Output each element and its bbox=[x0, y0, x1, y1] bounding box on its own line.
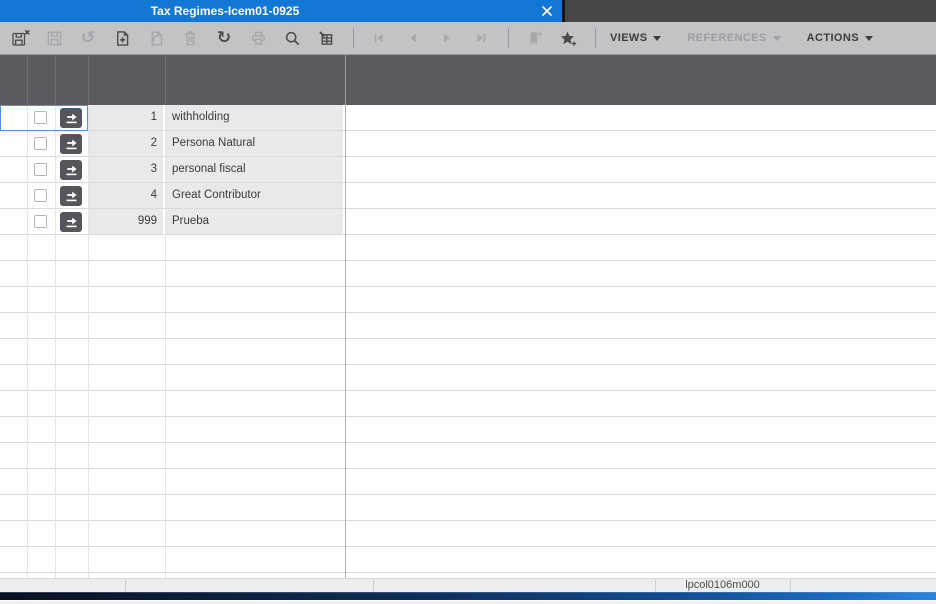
table-row: 999 Prueba bbox=[0, 209, 936, 235]
toolbar-separator bbox=[353, 28, 354, 48]
bookmark-add-icon bbox=[526, 30, 543, 47]
favorite-add-button[interactable] bbox=[557, 26, 579, 50]
toolbar-separator bbox=[508, 28, 509, 48]
actions-menu[interactable]: ACTIONS bbox=[807, 32, 873, 44]
bottom-accent-bar bbox=[0, 592, 936, 600]
save-close-icon bbox=[11, 29, 30, 47]
last-record-button[interactable] bbox=[470, 26, 492, 50]
refresh-icon: ↻ bbox=[217, 30, 231, 47]
references-menu-label: REFERENCES bbox=[687, 32, 766, 44]
tax-regime-cell[interactable]: 1 bbox=[89, 105, 163, 130]
bookmark-add-button[interactable] bbox=[523, 26, 545, 50]
grid-edit-button[interactable] bbox=[315, 26, 337, 50]
chevron-down-icon bbox=[653, 36, 661, 41]
description-cell[interactable]: withholding bbox=[166, 105, 343, 130]
header-divider bbox=[55, 55, 56, 105]
print-button[interactable] bbox=[247, 26, 269, 50]
statusbar-divider bbox=[125, 579, 126, 592]
toolbar: ↺ bbox=[0, 22, 936, 55]
grid-edit-icon bbox=[318, 30, 335, 47]
open-record-arrow-icon bbox=[65, 164, 78, 176]
grid-body: 1 withholding 2 Persona Natural bbox=[0, 105, 936, 578]
statusbar: lpcol0106m000 bbox=[0, 578, 936, 592]
description-cell[interactable]: personal fiscal bbox=[166, 157, 343, 182]
window-titlebar[interactable]: Tax Regimes-Icem01-0925 bbox=[0, 0, 562, 22]
description-cell[interactable]: Great Contributor bbox=[166, 183, 343, 208]
actions-menu-label: ACTIONS bbox=[807, 32, 859, 44]
row-open-button[interactable] bbox=[60, 160, 82, 180]
table-row: 1 withholding bbox=[0, 105, 936, 131]
save-button[interactable] bbox=[43, 26, 65, 50]
save-close-button[interactable] bbox=[9, 26, 31, 50]
views-menu-label: VIEWS bbox=[610, 32, 647, 44]
print-icon bbox=[250, 30, 267, 47]
statusbar-divider bbox=[373, 579, 374, 592]
first-record-button[interactable] bbox=[368, 26, 390, 50]
statusbar-divider bbox=[790, 579, 791, 592]
tax-regime-cell[interactable]: 2 bbox=[89, 131, 163, 156]
tax-regime-cell[interactable]: 4 bbox=[89, 183, 163, 208]
tax-regime-cell[interactable]: 3 bbox=[89, 157, 163, 182]
header-divider bbox=[27, 55, 28, 105]
open-record-arrow-icon bbox=[65, 138, 78, 150]
close-button[interactable] bbox=[538, 2, 556, 20]
header-divider bbox=[165, 55, 166, 105]
next-record-button[interactable] bbox=[436, 26, 458, 50]
open-record-arrow-icon bbox=[65, 216, 78, 228]
window-title: Tax Regimes-Icem01-0925 bbox=[151, 4, 300, 18]
save-icon bbox=[46, 30, 63, 47]
description-cell[interactable]: Persona Natural bbox=[166, 131, 343, 156]
copy-record-icon bbox=[148, 30, 165, 47]
row-open-button[interactable] bbox=[60, 134, 82, 154]
next-record-icon bbox=[439, 30, 455, 46]
row-open-button[interactable] bbox=[60, 212, 82, 232]
row-checkbox[interactable] bbox=[34, 215, 47, 228]
row-checkbox[interactable] bbox=[34, 163, 47, 176]
new-record-icon bbox=[114, 30, 131, 47]
previous-record-icon bbox=[405, 30, 421, 46]
row-checkbox[interactable] bbox=[34, 189, 47, 202]
bottom-strip bbox=[0, 600, 936, 604]
toolbar-separator bbox=[595, 28, 596, 48]
grid-header: Tax Regime Description = [A] bbox=[0, 55, 936, 105]
open-record-arrow-icon bbox=[65, 190, 78, 202]
session-code: lpcol0106m000 bbox=[655, 579, 790, 592]
table-row: 4 Great Contributor bbox=[0, 183, 936, 209]
row-open-button[interactable] bbox=[60, 108, 82, 128]
grid-rows: 1 withholding 2 Persona Natural bbox=[0, 105, 936, 235]
description-cell[interactable]: Prueba bbox=[166, 209, 343, 234]
open-record-arrow-icon bbox=[65, 112, 78, 124]
row-checkbox[interactable] bbox=[34, 137, 47, 150]
first-record-icon bbox=[371, 30, 387, 46]
chevron-down-icon bbox=[865, 36, 873, 41]
refresh-button[interactable]: ↻ bbox=[213, 26, 235, 50]
undo-button[interactable]: ↺ bbox=[77, 26, 99, 50]
references-menu[interactable]: REFERENCES bbox=[687, 32, 780, 44]
tax-regime-cell[interactable]: 999 bbox=[89, 209, 163, 234]
header-divider bbox=[88, 55, 89, 105]
close-icon bbox=[541, 5, 553, 17]
header-divider bbox=[345, 55, 346, 105]
views-menu[interactable]: VIEWS bbox=[610, 32, 661, 44]
titlebar-spacer bbox=[562, 0, 936, 22]
last-record-icon bbox=[473, 30, 489, 46]
search-icon bbox=[284, 30, 301, 47]
titlebar: Tax Regimes-Icem01-0925 bbox=[0, 0, 936, 22]
undo-icon: ↺ bbox=[81, 30, 95, 47]
copy-record-button[interactable] bbox=[145, 26, 167, 50]
table-row: 3 personal fiscal bbox=[0, 157, 936, 183]
delete-button[interactable] bbox=[179, 26, 201, 50]
row-open-button[interactable] bbox=[60, 186, 82, 206]
previous-record-button[interactable] bbox=[402, 26, 424, 50]
table-row: 2 Persona Natural bbox=[0, 131, 936, 157]
favorite-add-icon bbox=[559, 30, 577, 47]
row-checkbox[interactable] bbox=[34, 111, 47, 124]
app-window: Tax Regimes-Icem01-0925 bbox=[0, 0, 936, 604]
chevron-down-icon bbox=[773, 36, 781, 41]
search-button[interactable] bbox=[281, 26, 303, 50]
new-record-button[interactable] bbox=[111, 26, 133, 50]
delete-icon bbox=[182, 30, 199, 47]
